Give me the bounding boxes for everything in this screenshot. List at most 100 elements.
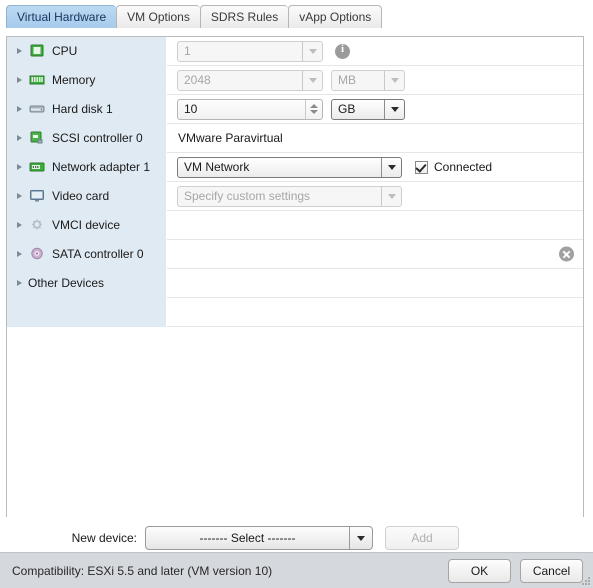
expand-memory-icon[interactable]	[13, 77, 25, 83]
remove-device-icon[interactable]	[559, 246, 574, 262]
device-list-empty-area	[7, 327, 583, 539]
device-row-memory[interactable]: Memory 2048 MB	[7, 65, 583, 95]
device-row-other-devices[interactable]: Other Devices	[7, 268, 583, 298]
expand-scsi-icon[interactable]	[13, 135, 25, 141]
checkbox-icon[interactable]	[415, 160, 428, 174]
device-row-scsi-controller[interactable]: SCSI controller 0 VMware Paravirtual	[7, 123, 583, 153]
device-label: VMCI device	[52, 218, 121, 232]
spacer-label-cell	[7, 298, 167, 327]
device-label-cell: Video card	[7, 181, 167, 211]
device-value-cell: 2048 MB	[167, 66, 583, 95]
expand-sata-icon[interactable]	[13, 251, 25, 257]
tab-label: SDRS Rules	[210, 10, 279, 24]
expand-hard-disk-icon[interactable]	[13, 106, 25, 112]
device-label: SATA controller 0	[52, 247, 144, 261]
device-row-sata-controller[interactable]: SATA controller 0	[7, 239, 583, 269]
info-icon[interactable]	[335, 43, 350, 59]
device-row-cpu[interactable]: CPU 1	[7, 36, 583, 66]
expand-cpu-icon[interactable]	[13, 48, 25, 54]
add-button-label: Add	[411, 531, 433, 545]
chevron-down-icon[interactable]	[381, 186, 401, 206]
device-value-cell	[167, 240, 583, 269]
device-label-cell: Hard disk 1	[7, 94, 167, 124]
device-label: CPU	[52, 44, 78, 58]
device-label-cell: Network adapter 1	[7, 152, 167, 182]
chevron-down-icon[interactable]	[302, 70, 322, 90]
tab-virtual-hardware[interactable]: Virtual Hardware	[6, 5, 117, 28]
hard-disk-icon	[28, 101, 46, 117]
tab-label: Virtual Hardware	[17, 10, 107, 24]
device-value-cell	[167, 269, 583, 298]
chevron-down-icon[interactable]	[384, 70, 404, 90]
tab-vm-options[interactable]: VM Options	[116, 5, 200, 28]
chevron-down-icon[interactable]	[384, 99, 404, 119]
device-label-cell: CPU	[7, 36, 167, 66]
device-label-cell: Memory	[7, 65, 167, 95]
cancel-button-label: Cancel	[532, 563, 571, 578]
network-select[interactable]: VM Network	[177, 156, 402, 178]
memory-size-value: 2048	[184, 73, 211, 87]
resize-grip-icon[interactable]	[581, 576, 591, 586]
hard-disk-unit-value: GB	[338, 102, 356, 116]
network-connected-checkbox[interactable]: Connected	[415, 160, 492, 174]
video-card-icon	[28, 188, 46, 204]
hard-disk-size-input[interactable]: 10	[177, 98, 323, 120]
chevron-down-icon[interactable]	[381, 157, 401, 177]
footer-buttons: OK Cancel	[448, 558, 583, 583]
tab-vapp-options[interactable]: vApp Options	[288, 5, 383, 28]
chevron-down-icon[interactable]	[349, 527, 372, 549]
tab-label: vApp Options	[299, 10, 372, 24]
device-label: Hard disk 1	[52, 102, 113, 116]
device-label-cell: SCSI controller 0	[7, 123, 167, 153]
device-value-cell: 1	[167, 37, 583, 66]
device-label-cell: Other Devices	[7, 268, 167, 298]
cancel-button[interactable]: Cancel	[520, 558, 583, 583]
device-label: Other Devices	[28, 276, 105, 290]
device-value-cell	[167, 211, 583, 240]
device-row-video-card[interactable]: Video card Specify custom settings	[7, 181, 583, 211]
network-connected-label: Connected	[434, 160, 493, 174]
spacer-value-cell	[167, 298, 583, 327]
memory-size-input[interactable]: 2048	[177, 69, 323, 91]
device-label: SCSI controller 0	[52, 131, 143, 145]
device-label: Network adapter 1	[52, 160, 151, 174]
new-device-label: New device:	[71, 531, 137, 545]
tab-sdrs-rules[interactable]: SDRS Rules	[199, 5, 289, 28]
video-settings-value: Specify custom settings	[184, 189, 311, 203]
new-device-row: New device: ------- Select ------- Add	[0, 524, 593, 552]
expand-network-icon[interactable]	[13, 164, 25, 170]
expand-vmci-icon[interactable]	[13, 222, 25, 228]
expand-video-icon[interactable]	[13, 193, 25, 199]
device-row-hard-disk[interactable]: Hard disk 1 10 GB	[7, 94, 583, 124]
new-device-select[interactable]: ------- Select -------	[145, 526, 373, 550]
device-row-network-adapter[interactable]: Network adapter 1 VM Network Connected	[7, 152, 583, 182]
ok-button[interactable]: OK	[448, 558, 511, 583]
cpu-count-select[interactable]: 1	[177, 40, 323, 62]
device-value-cell: VMware Paravirtual	[167, 124, 583, 153]
device-list-panel: CPU 1 Memory	[6, 36, 584, 539]
memory-unit-value: MB	[338, 73, 356, 87]
scsi-controller-icon	[28, 130, 46, 146]
device-value-cell: VM Network Connected	[167, 153, 583, 182]
device-row-vmci-device[interactable]: VMCI device	[7, 210, 583, 240]
expand-other-devices-icon[interactable]	[13, 280, 25, 286]
hard-disk-unit-select[interactable]: GB	[331, 98, 405, 120]
cpu-count-value: 1	[184, 44, 191, 58]
add-device-button[interactable]: Add	[385, 526, 459, 550]
tab-bar: Virtual Hardware VM Options SDRS Rules v…	[6, 4, 383, 28]
tab-label: VM Options	[127, 10, 190, 24]
video-settings-select[interactable]: Specify custom settings	[177, 185, 402, 207]
device-label: Video card	[52, 189, 110, 203]
hard-disk-size-value: 10	[184, 102, 198, 116]
sata-controller-icon	[28, 246, 46, 262]
chevron-down-icon[interactable]	[302, 41, 322, 61]
network-adapter-icon	[28, 159, 46, 175]
dialog-footer: Compatibility: ESXi 5.5 and later (VM ve…	[0, 552, 593, 588]
device-list-spacer	[7, 298, 583, 327]
ok-button-label: OK	[470, 563, 489, 578]
device-label-cell: VMCI device	[7, 210, 167, 240]
device-label: Memory	[52, 73, 96, 87]
stepper-icon[interactable]	[305, 99, 322, 119]
memory-unit-select[interactable]: MB	[331, 69, 405, 91]
device-value-cell: Specify custom settings	[167, 182, 583, 211]
